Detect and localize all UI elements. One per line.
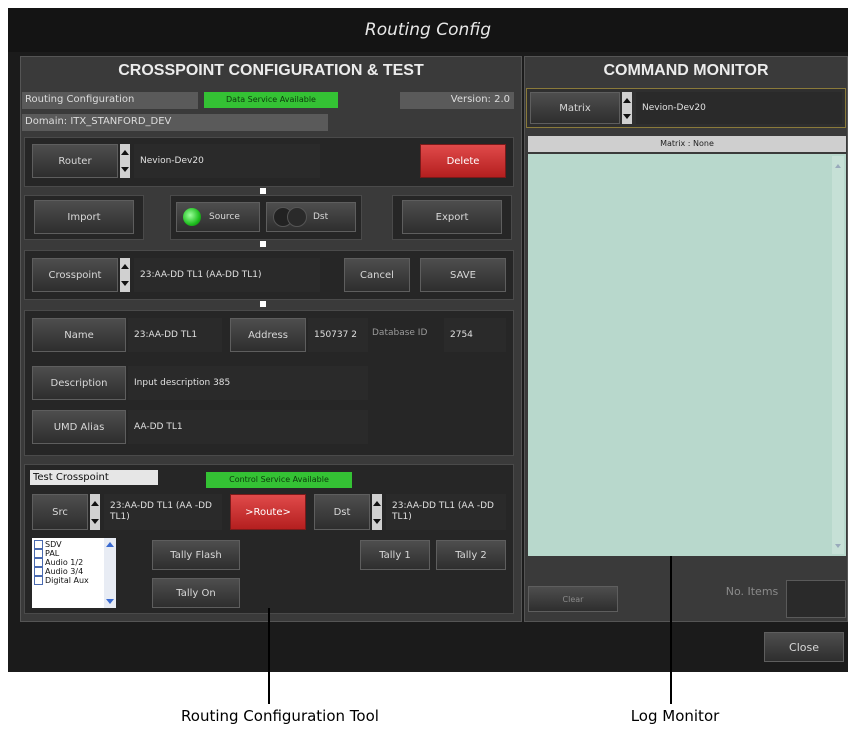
clear-button[interactable]: Clear: [528, 586, 618, 612]
close-button[interactable]: Close: [764, 632, 844, 662]
src-spinner[interactable]: [90, 494, 100, 530]
dst-button[interactable]: Dst: [314, 494, 370, 530]
name-button[interactable]: Name: [32, 318, 126, 352]
callout-log-monitor: Log Monitor: [630, 707, 720, 725]
src-button[interactable]: Src: [32, 494, 88, 530]
log-scrollbar[interactable]: [832, 156, 844, 554]
dst-led-off-icon: [287, 207, 307, 227]
crosspoint-header: CROSSPOINT CONFIGURATION & TEST: [118, 62, 424, 79]
crosspoint-button[interactable]: Crosspoint: [32, 258, 118, 292]
no-items-label: No. Items: [725, 585, 779, 598]
connector-dot: [260, 301, 266, 307]
export-button[interactable]: Export: [402, 200, 502, 234]
delete-button[interactable]: Delete: [420, 144, 506, 178]
checkbox[interactable]: [34, 558, 43, 567]
name-value[interactable]: 23:AA-DD TL1: [128, 318, 222, 352]
routing-config-label: Routing Configuration: [22, 92, 198, 109]
umd-alias-button[interactable]: UMD Alias: [32, 410, 126, 444]
list-item[interactable]: SDV: [32, 540, 102, 549]
arrow-down-icon[interactable]: [121, 167, 129, 172]
no-items-value: [786, 580, 846, 618]
crosspoint-value[interactable]: 23:AA-DD TL1 (AA-DD TL1): [134, 258, 320, 292]
arrow-up-icon[interactable]: [91, 500, 99, 506]
checkbox[interactable]: [34, 567, 43, 576]
log-monitor[interactable]: [528, 154, 846, 556]
arrow-down-icon[interactable]: [121, 281, 129, 286]
dst-label: Dst: [313, 212, 329, 222]
tally-1-button[interactable]: Tally 1: [360, 540, 430, 570]
arrow-down-icon[interactable]: [623, 113, 631, 119]
crosspoint-spinner[interactable]: [120, 258, 130, 292]
database-id-label: Database ID: [372, 328, 428, 338]
import-button[interactable]: Import: [34, 200, 134, 234]
source-led-icon: [183, 208, 201, 226]
cancel-button[interactable]: Cancel: [344, 258, 410, 292]
connector-dot: [260, 188, 266, 194]
scroll-down-icon[interactable]: [835, 544, 841, 548]
matrix-button[interactable]: Matrix: [530, 92, 620, 124]
version-label: Version: 2.0: [400, 92, 514, 109]
router-button[interactable]: Router: [32, 144, 118, 178]
window-title: Routing Config: [8, 8, 848, 52]
description-value[interactable]: Input description 385: [128, 366, 368, 400]
data-service-badge: Data Service Available: [204, 92, 338, 108]
log-header: Matrix : None: [528, 136, 846, 152]
router-spinner[interactable]: [120, 144, 130, 178]
matrix-spinner[interactable]: [622, 92, 632, 124]
src-value[interactable]: 23:AA-DD TL1 (AA -DD TL1): [104, 494, 222, 530]
tally-flash-button[interactable]: Tally Flash: [152, 540, 240, 570]
router-value[interactable]: Nevion-Dev20: [134, 144, 320, 178]
matrix-value[interactable]: Nevion-Dev20: [636, 92, 842, 124]
source-toggle[interactable]: Source: [176, 202, 260, 232]
control-service-badge: Control Service Available: [206, 472, 352, 488]
scroll-down-icon[interactable]: [106, 599, 114, 604]
arrow-down-icon[interactable]: [91, 518, 99, 524]
scroll-up-icon[interactable]: [835, 164, 841, 168]
arrow-up-icon[interactable]: [373, 500, 381, 506]
test-crosspoint-title: Test Crosspoint: [30, 470, 158, 485]
checkbox[interactable]: [34, 540, 43, 549]
save-button[interactable]: SAVE: [420, 258, 506, 292]
list-item[interactable]: Audio 1/2: [32, 558, 102, 567]
tally-on-button[interactable]: Tally On: [152, 578, 240, 608]
dst-value[interactable]: 23:AA-DD TL1 (AA -DD TL1): [386, 494, 506, 530]
signal-list-items: SDV PAL Audio 1/2 Audio 3/4 Digital Aux: [32, 540, 102, 585]
tally-2-button[interactable]: Tally 2: [436, 540, 506, 570]
database-id-value: 2754: [444, 318, 506, 352]
signal-list[interactable]: SDV PAL Audio 1/2 Audio 3/4 Digital Aux: [32, 538, 116, 608]
list-item[interactable]: Digital Aux: [32, 576, 102, 585]
checkbox[interactable]: [34, 549, 43, 558]
callout-line-right: [670, 556, 672, 704]
arrow-up-icon[interactable]: [121, 150, 129, 155]
callout-routing-config-tool: Routing Configuration Tool: [181, 707, 379, 725]
command-monitor-header: COMMAND MONITOR: [603, 62, 769, 79]
arrow-up-icon[interactable]: [121, 264, 129, 269]
description-button[interactable]: Description: [32, 366, 126, 400]
scroll-up-icon[interactable]: [106, 542, 114, 547]
dst-toggle[interactable]: Dst: [266, 202, 356, 232]
umd-alias-value[interactable]: AA-DD TL1: [128, 410, 368, 444]
source-label: Source: [209, 212, 240, 222]
arrow-down-icon[interactable]: [373, 518, 381, 524]
domain-label: Domain: ITX_STANFORD_DEV: [22, 114, 328, 131]
list-scrollbar[interactable]: [104, 538, 116, 608]
address-button[interactable]: Address: [230, 318, 306, 352]
dst-spinner[interactable]: [372, 494, 382, 530]
list-item[interactable]: PAL: [32, 549, 102, 558]
checkbox[interactable]: [34, 576, 43, 585]
list-item[interactable]: Audio 3/4: [32, 567, 102, 576]
address-value[interactable]: 150737 2: [308, 318, 368, 352]
callout-line-left: [268, 608, 270, 704]
arrow-up-icon[interactable]: [623, 97, 631, 103]
connector-dot: [260, 241, 266, 247]
route-button[interactable]: >Route>: [230, 494, 306, 530]
